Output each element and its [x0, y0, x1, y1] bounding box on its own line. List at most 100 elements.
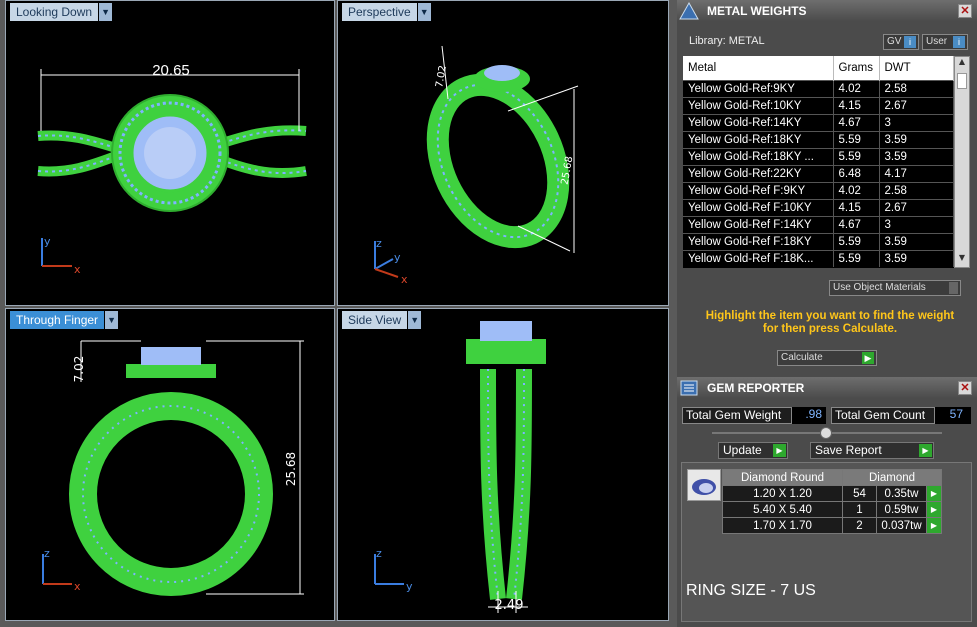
grams-cell: 4.15 — [833, 198, 880, 216]
play-icon: ▶ — [773, 444, 786, 457]
dimension-length: 25.68 — [284, 452, 298, 486]
table-row[interactable]: Yellow Gold-Ref F:9KY 4.02 2.58 — [683, 181, 954, 199]
grams-cell: 6.48 — [833, 164, 880, 182]
chevron-down-icon[interactable]: ▼ — [408, 311, 422, 329]
dimension-width: 20.65 — [152, 62, 190, 79]
dwt-cell: 3 — [879, 215, 954, 233]
metal-name-cell: Yellow Gold-Ref:10KY — [683, 96, 834, 114]
panel-title: GEM REPORTER — [707, 381, 805, 395]
gem-type-header: Diamond — [842, 469, 942, 486]
axis-x-label: x — [74, 580, 81, 593]
gem-size-cell: 1.20 X 1.20 — [722, 485, 843, 502]
table-row[interactable]: Yellow Gold-Ref:14KY 4.67 3 — [683, 113, 954, 131]
scroll-thumb[interactable] — [957, 73, 967, 89]
table-row[interactable]: Yellow Gold-Ref F:18KY 5.59 3.59 — [683, 232, 954, 250]
viewport-tab-looking-down[interactable]: Looking Down ▼ — [10, 3, 113, 21]
select-gem-icon[interactable]: ▶ — [926, 517, 942, 534]
metal-name-cell: Yellow Gold-Ref:9KY — [683, 79, 834, 97]
chevron-down-icon[interactable]: ▼ — [417, 3, 431, 21]
dwt-cell: 2.58 — [879, 79, 954, 97]
table-row[interactable]: Yellow Gold-Ref:18KY 5.59 3.59 — [683, 130, 954, 148]
chevron-down-icon[interactable]: ▼ — [105, 311, 119, 329]
viewport-through-finger[interactable]: 7.02 25.68 z x Through Finger ▼ — [5, 308, 335, 621]
axis-y-label: y — [44, 235, 51, 248]
close-icon[interactable]: ✕ — [958, 381, 972, 395]
grams-cell: 4.15 — [833, 96, 880, 114]
ring-front-view: 7.02 25.68 z x — [42, 340, 304, 596]
gem-count-cell: 1 — [842, 501, 877, 518]
play-icon: ▶ — [919, 444, 932, 457]
table-row[interactable]: Yellow Gold-Ref F:10KY 4.15 2.67 — [683, 198, 954, 216]
dwt-cell: 4.17 — [879, 164, 954, 182]
select-gem-icon[interactable]: ▶ — [926, 485, 942, 502]
chevron-down-icon[interactable]: ▼ — [99, 3, 113, 21]
table-row[interactable]: Yellow Gold-Ref F:14KY 4.67 3 — [683, 215, 954, 233]
hint-line-2: for then press Calculate. — [762, 323, 898, 335]
grams-cell: 4.67 — [833, 113, 880, 131]
gem-weight-cell: 0.59tw — [876, 501, 927, 518]
update-button[interactable]: Update ▶ — [718, 442, 788, 459]
table-row[interactable]: Yellow Gold-Ref:10KY 4.15 2.67 — [683, 96, 954, 114]
info-icon: i — [953, 36, 965, 48]
axis-z-label: z — [376, 547, 382, 560]
user-toggle[interactable]: User i — [922, 34, 968, 50]
column-header-dwt[interactable]: DWT — [879, 56, 954, 80]
table-row[interactable]: Yellow Gold-Ref:9KY 4.02 2.58 — [683, 79, 954, 97]
gem-weight-cell: 0.037tw — [876, 517, 927, 534]
table-row[interactable]: 1.20 X 1.20 54 0.35tw ▶ — [722, 485, 942, 502]
metal-name-cell: Yellow Gold-Ref:18KY — [683, 130, 834, 148]
gem-size-cell: 1.70 X 1.70 — [722, 517, 843, 534]
save-report-button[interactable]: Save Report ▶ — [810, 442, 934, 459]
metal-table-scrollbar[interactable]: ▲ ▼ — [954, 56, 970, 268]
use-object-materials-toggle[interactable]: Use Object Materials — [829, 280, 961, 296]
gem-size-cell: 5.40 X 5.40 — [722, 501, 843, 518]
viewport-tab-through-finger[interactable]: Through Finger ▼ — [10, 311, 119, 329]
axis-y-label: y — [394, 251, 401, 264]
dwt-cell: 3 — [879, 113, 954, 131]
table-row[interactable]: Yellow Gold-Ref F:18K... 5.59 3.59 — [683, 249, 954, 267]
library-label: Library: METAL — [689, 35, 765, 47]
select-gem-icon[interactable]: ▶ — [926, 501, 942, 518]
gem-reporter-header: GEM REPORTER ✕ — [677, 377, 977, 399]
scroll-down-icon[interactable]: ▼ — [955, 253, 969, 267]
scroll-up-icon[interactable]: ▲ — [955, 57, 969, 71]
gem-shape-header: Diamond Round — [722, 469, 843, 486]
dwt-cell: 2.58 — [879, 181, 954, 199]
viewport-looking-down[interactable]: y x 20.65 Looking Down ▼ — [5, 0, 335, 306]
ring-top-view: y x 20.65 — [37, 62, 307, 276]
viewport-perspective[interactable]: 7.02 25.68 z y x Perspective ▼ — [337, 0, 669, 306]
calculate-button[interactable]: Calculate ▶ — [777, 350, 877, 366]
play-icon: ▶ — [862, 352, 874, 364]
table-row[interactable]: 5.40 X 5.40 1 0.59tw ▶ — [722, 501, 942, 518]
viewport-tab-side-view[interactable]: Side View ▼ — [342, 311, 422, 329]
close-icon[interactable]: ✕ — [958, 4, 972, 18]
metal-name-cell: Yellow Gold-Ref F:18K... — [683, 249, 834, 267]
viewport-side-view[interactable]: 2.49 z y Side View ▼ — [337, 308, 669, 621]
gem-count-cell: 2 — [842, 517, 877, 534]
dwt-cell: 3.59 — [879, 130, 954, 148]
total-gem-count-value: 57 — [935, 407, 971, 424]
axis-x-label: x — [401, 273, 408, 286]
axis-y-label: y — [406, 580, 413, 593]
grams-cell: 5.59 — [833, 232, 880, 250]
table-row[interactable]: Yellow Gold-Ref:22KY 6.48 4.17 — [683, 164, 954, 182]
table-row[interactable]: Yellow Gold-Ref:18KY ... 5.59 3.59 — [683, 147, 954, 165]
info-icon: i — [904, 36, 916, 48]
viewport-tab-perspective[interactable]: Perspective ▼ — [342, 3, 431, 21]
column-header-grams[interactable]: Grams — [833, 56, 880, 80]
slider-handle[interactable] — [820, 427, 832, 439]
metal-weights-icon — [679, 2, 699, 20]
dwt-cell: 3.59 — [879, 249, 954, 267]
grams-cell: 5.59 — [833, 130, 880, 148]
axis-x-label: x — [74, 263, 81, 276]
column-header-metal[interactable]: Metal — [683, 56, 834, 80]
gem-count-cell: 54 — [842, 485, 877, 502]
grams-cell: 4.67 — [833, 215, 880, 233]
grams-cell: 4.02 — [833, 181, 880, 199]
metal-name-cell: Yellow Gold-Ref F:14KY — [683, 215, 834, 233]
gv-toggle[interactable]: GV i — [883, 34, 919, 50]
metal-name-cell: Yellow Gold-Ref:18KY ... — [683, 147, 834, 165]
table-row[interactable]: 1.70 X 1.70 2 0.037tw ▶ — [722, 517, 942, 534]
metal-name-cell: Yellow Gold-Ref F:10KY — [683, 198, 834, 216]
dwt-cell: 2.67 — [879, 198, 954, 216]
